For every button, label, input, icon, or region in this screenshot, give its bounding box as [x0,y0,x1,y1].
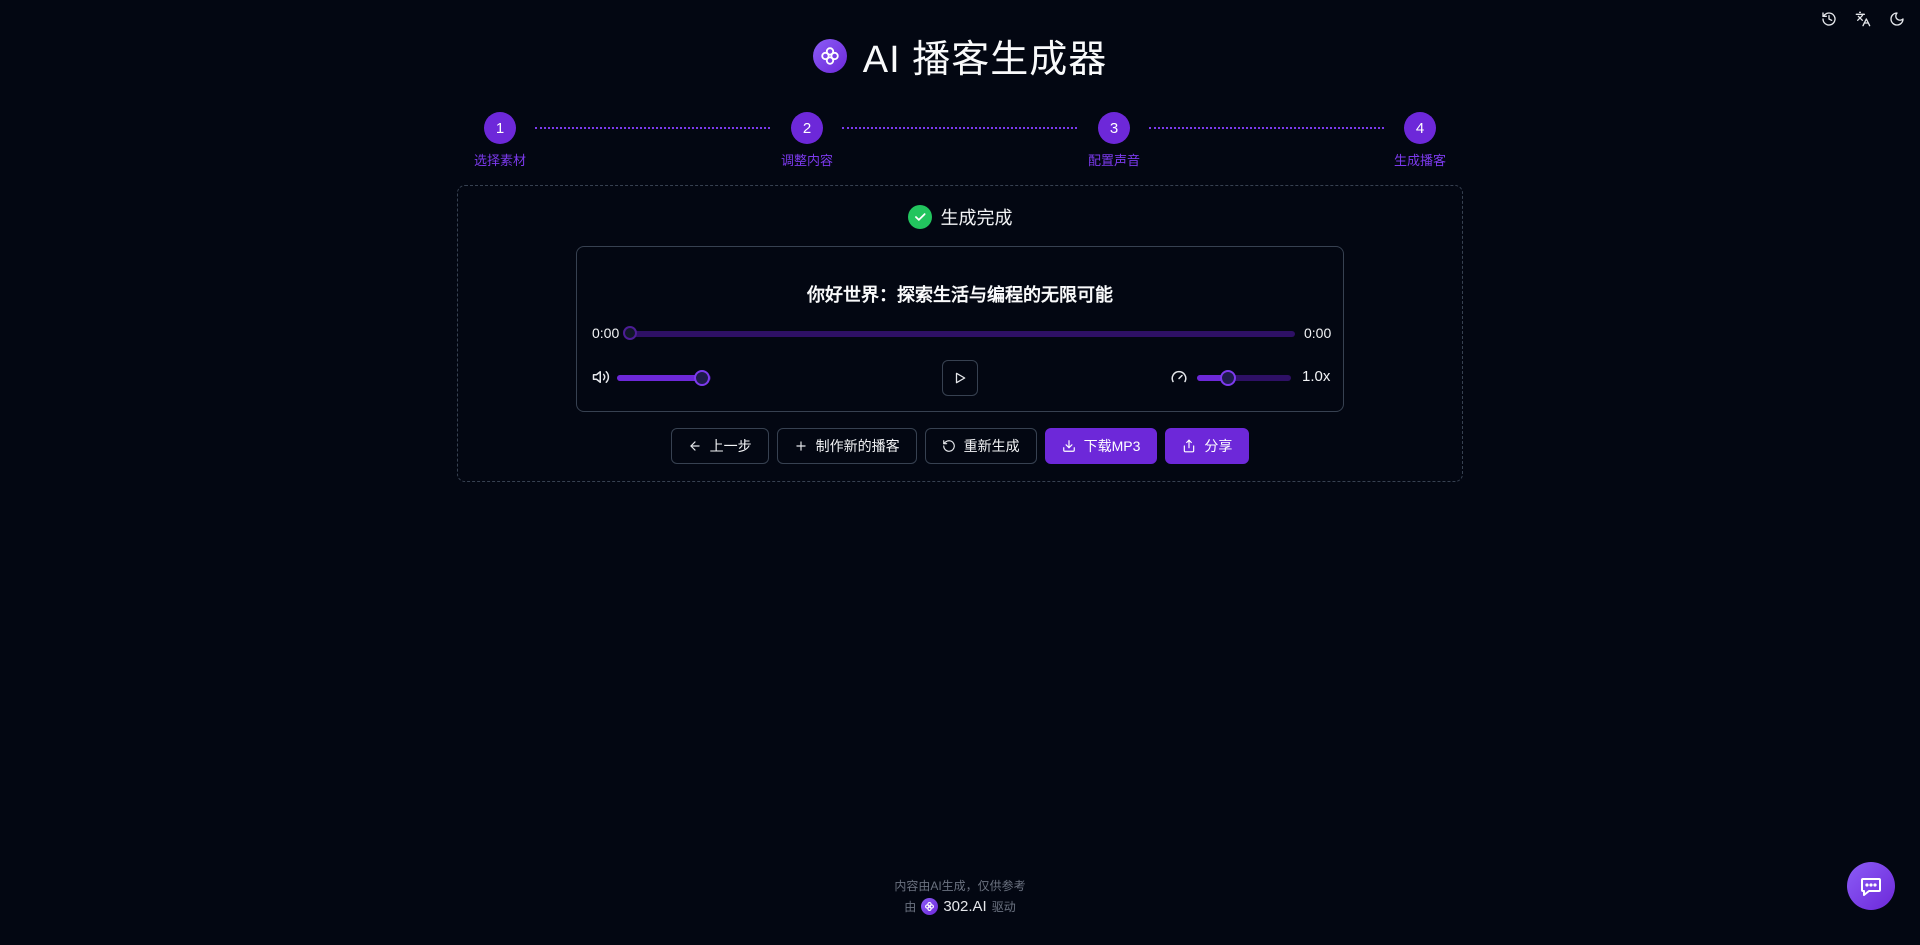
speedometer-icon [1170,368,1188,386]
by-text: 由 [904,900,917,914]
audio-player: 你好世界：探索生活与编程的无限可能 0:00 0:00 1.0x [576,246,1344,412]
volume-icon[interactable] [592,368,610,386]
brand-logo-icon [921,898,939,915]
step-1[interactable]: 1 选择素材 [460,112,540,169]
progress-thumb[interactable] [623,326,637,340]
speed-thumb[interactable] [1220,370,1237,386]
step-number: 3 [1098,112,1130,144]
new-podcast-button[interactable]: 制作新的播客 [776,428,917,464]
step-label: 配置声音 [1087,153,1140,168]
status-banner: 生成完成 [458,204,1462,230]
flower-icon [812,38,847,73]
page-title: AI 播客生成器 [862,39,1108,81]
step-2[interactable]: 2 调整内容 [767,112,847,169]
volume-thumb[interactable] [693,370,710,386]
translate-icon[interactable] [1854,10,1872,28]
download-label: 下载MP3 [1083,438,1141,454]
status-text: 生成完成 [940,208,1013,228]
volume-fill [617,375,702,381]
step-4[interactable]: 4 生成播客 [1380,112,1460,169]
speed-value: 1.0x [1302,368,1331,385]
header: AI 播客生成器 [0,28,1920,83]
brand-name[interactable]: 302.AI [943,898,986,915]
powered-text: 驱动 [991,900,1016,914]
top-toolbar [1820,10,1906,28]
step-number: 4 [1404,112,1436,144]
theme-toggle-icon[interactable] [1888,10,1906,28]
step-number: 2 [791,112,823,144]
action-bar: 上一步 制作新的播客 重新生成 下载MP3 分享 [458,428,1462,464]
powered-by: 由 302.AI 驱动 [0,898,1920,915]
refresh-icon [942,440,955,452]
download-mp3-button[interactable]: 下载MP3 [1044,428,1158,464]
back-button[interactable]: 上一步 [670,428,769,464]
chat-button[interactable] [1847,862,1895,910]
volume-slider[interactable] [617,370,711,386]
step-number: 1 [484,112,516,144]
download-icon [1062,440,1075,452]
step-3[interactable]: 3 配置声音 [1074,112,1154,169]
arrow-left-icon [689,441,700,451]
play-button[interactable] [942,360,978,396]
stepper: 1 选择素材 2 调整内容 3 配置声音 4 生成播客 [472,112,1448,172]
episode-title: 你好世界：探索生活与编程的无限可能 [807,285,1113,305]
result-panel: 生成完成 你好世界：探索生活与编程的无限可能 0:00 0:00 1.0x 上一… [457,185,1463,482]
speed-slider[interactable] [1197,370,1291,386]
duration-time: 0:00 [1304,325,1332,341]
back-label: 上一步 [709,438,752,454]
current-time: 0:00 [592,325,620,341]
step-connector [1149,127,1384,129]
share-label: 分享 [1204,438,1233,454]
chat-bubble-icon [1861,878,1881,896]
share-icon [1184,439,1195,453]
footer: 内容由AI生成，仅供参考 由 302.AI 驱动 [0,877,1920,915]
disclaimer-text: 内容由AI生成，仅供参考 [894,879,1026,893]
regenerate-button[interactable]: 重新生成 [924,428,1037,464]
progress-slider[interactable] [623,326,1295,340]
step-label: 选择素材 [473,153,526,168]
check-circle-icon [907,205,932,229]
plus-icon [795,441,806,451]
step-label: 调整内容 [780,153,833,168]
step-label: 生成播客 [1393,153,1446,168]
step-connector [535,127,770,129]
regenerate-label: 重新生成 [963,438,1020,454]
share-button[interactable]: 分享 [1165,428,1250,464]
history-icon[interactable] [1820,10,1838,28]
new-podcast-label: 制作新的播客 [815,438,900,454]
step-connector [842,127,1077,129]
